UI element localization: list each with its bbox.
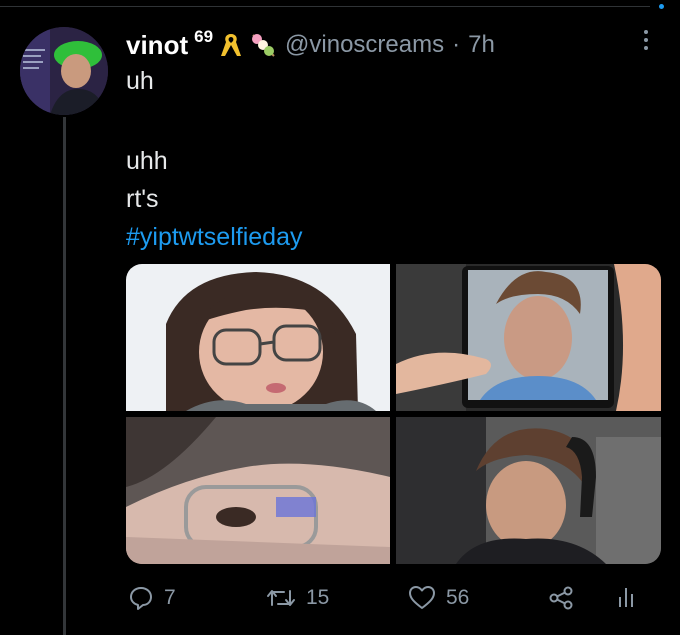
reply-count: 7 [164,586,176,609]
photo-3[interactable] [126,417,390,564]
avatar-image [20,27,108,115]
reply-button[interactable]: 7 [128,580,176,616]
notification-dot [659,4,664,9]
separator-line [0,6,650,7]
retweet-count: 15 [306,586,330,609]
author-name[interactable]: vinot [126,30,188,61]
tweet-text-line: uh [126,67,154,95]
tweet-text-line: rt's [126,185,159,213]
analytics-icon [616,585,636,611]
header-separator: · [452,31,461,58]
tweet-actions: 7 15 56 [0,580,680,616]
media-grid [126,264,661,564]
tweet-text-line: uhh [126,147,168,175]
like-count: 56 [446,586,470,609]
author-handle[interactable]: @vinoscreams [285,31,444,59]
reply-icon [128,585,154,611]
tweet-header: vinot 69 @vinoscreams · 7h [126,27,495,62]
share-icon [548,585,574,611]
hashtag-link[interactable]: #yiptwtselfieday [126,222,302,252]
more-vertical-icon[interactable] [641,30,651,54]
like-button[interactable]: 56 [408,580,469,616]
retweet-icon [266,585,296,611]
dango-emoji [249,31,277,59]
avatar[interactable] [20,27,108,115]
yellow-ribbon-emoji [217,31,245,59]
author-superscript: 69 [194,27,214,46]
tweet-time[interactable]: 7h [468,31,495,59]
photo-4[interactable] [396,417,661,564]
thread-line [63,117,66,635]
photo-1[interactable] [126,264,390,411]
photo-2[interactable] [396,264,661,411]
analytics-button[interactable] [616,580,636,616]
heart-icon [408,585,436,611]
share-button[interactable] [548,580,574,616]
retweet-button[interactable]: 15 [266,580,329,616]
